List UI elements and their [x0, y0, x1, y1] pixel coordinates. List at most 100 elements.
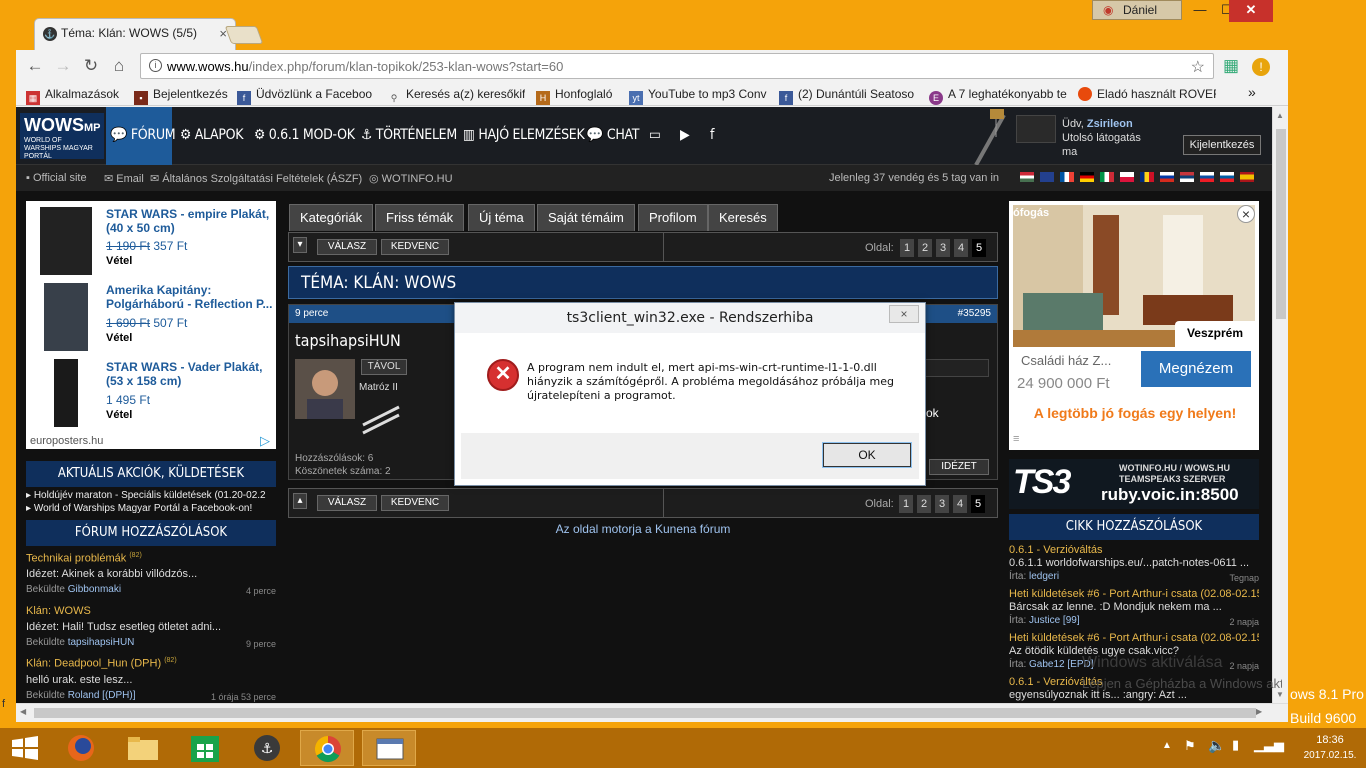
tray-expand-icon[interactable]: ▲: [1162, 740, 1172, 751]
article-title[interactable]: 0.6.1 - Verzióváltás: [1009, 544, 1103, 556]
page-1[interactable]: 1: [899, 495, 913, 513]
jofogas-ad[interactable]: ófogás × Veszprém Családi ház Z... 24 90…: [1009, 201, 1259, 450]
flag-hu-icon[interactable]: [1020, 172, 1034, 182]
ad-view-button[interactable]: Megnézem: [1141, 351, 1251, 387]
store-taskbar-button[interactable]: [178, 730, 232, 766]
favorite-button[interactable]: KEDVENC: [381, 239, 449, 255]
flag-de-icon[interactable]: [1080, 172, 1094, 182]
aszf-link[interactable]: ✉ Általános Szolgáltatási Feltételek (ÁS…: [150, 172, 362, 185]
network-icon[interactable]: ▁▃▅: [1254, 737, 1284, 753]
scroll-thumb[interactable]: [34, 708, 1256, 718]
forward-icon[interactable]: →: [52, 56, 74, 78]
flag-it-icon[interactable]: [1100, 172, 1114, 182]
flag-ro-icon[interactable]: [1140, 172, 1154, 182]
close-window-button[interactable]: ✕: [1229, 0, 1273, 22]
twitch-icon[interactable]: ▭: [649, 127, 661, 143]
clock-time[interactable]: 18:36: [1300, 734, 1360, 746]
action-link[interactable]: ▸ Holdújév maraton - Speciális küldetése…: [26, 490, 276, 501]
battery-icon[interactable]: ▮: [1232, 737, 1239, 753]
nav-alapok[interactable]: ⚙ ALAPOK: [180, 127, 244, 143]
chrome-taskbar-button[interactable]: [300, 730, 354, 766]
flag-pl-icon[interactable]: [1120, 172, 1134, 182]
page-1[interactable]: 1: [900, 239, 914, 257]
collapse-icon[interactable]: ▾: [293, 237, 307, 253]
flag-ru-icon[interactable]: [1160, 172, 1174, 182]
nav-modok[interactable]: ⚙ 0.6.1 MOD-OK: [254, 127, 355, 143]
page-5-current[interactable]: 5: [972, 239, 986, 257]
flag-sk-icon[interactable]: [1200, 172, 1214, 182]
wows-taskbar-button[interactable]: ⚓: [240, 730, 294, 766]
home-icon[interactable]: ⌂: [108, 56, 130, 78]
bookmark-search[interactable]: ⚲ Keresés a(z) keresőkife: [387, 87, 525, 105]
darth-vader-poster-image[interactable]: [40, 207, 92, 275]
user-link[interactable]: Justice [99]: [1029, 615, 1080, 626]
avatar[interactable]: [295, 359, 355, 419]
user-link[interactable]: Roland [(DPH)]: [68, 690, 136, 701]
bookmark-honfoglalo[interactable]: H Honfoglaló: [536, 87, 622, 105]
flag-rs-icon[interactable]: [1180, 172, 1194, 182]
extension-icon[interactable]: ▦: [1220, 56, 1242, 78]
start-button[interactable]: [0, 730, 54, 766]
vertical-scrollbar[interactable]: ▲ ▼: [1272, 107, 1288, 703]
article-title[interactable]: Heti küldetések #6 - Port Arthur-i csata…: [1009, 632, 1259, 644]
forum-post-title[interactable]: Klán: WOWS: [26, 605, 91, 617]
nav-forum[interactable]: 💬 FÓRUM: [110, 127, 176, 143]
official-site-link[interactable]: ▪ Official site: [26, 172, 87, 184]
page-5-current[interactable]: 5: [971, 495, 985, 513]
user-link[interactable]: tapsihapsiHUN: [68, 637, 135, 648]
forum-post-title[interactable]: Technikai problémák (82): [26, 552, 142, 565]
horizontal-scrollbar[interactable]: ◀ ▶: [16, 703, 1288, 722]
flag-si-icon[interactable]: [1220, 172, 1234, 182]
page-2[interactable]: 2: [917, 495, 931, 513]
vader-poster-image[interactable]: [54, 359, 78, 427]
facebook-icon[interactable]: f: [710, 127, 714, 143]
ad-source[interactable]: europosters.hu: [30, 435, 103, 447]
ad-buy-link[interactable]: Vétel: [106, 255, 132, 267]
tab-friss-temak[interactable]: Friss témák: [375, 204, 465, 231]
avatar[interactable]: [1016, 115, 1056, 143]
scroll-thumb[interactable]: [1276, 129, 1286, 319]
bookmark-youtube-mp3[interactable]: yt YouTube to mp3 Conv: [629, 87, 767, 105]
dialog-taskbar-button[interactable]: [362, 730, 416, 766]
nav-tortenelem[interactable]: ⚓ TÖRTÉNELEM: [361, 127, 457, 143]
scroll-left-icon[interactable]: ◀: [20, 707, 26, 716]
dialog-close-button[interactable]: ×: [889, 305, 919, 323]
firefox-taskbar-button[interactable]: [54, 730, 108, 766]
adchoices-icon[interactable]: ▷: [260, 433, 270, 449]
bookmark-apps[interactable]: ▦ Alkalmazások: [26, 87, 126, 105]
page-4[interactable]: 4: [954, 239, 968, 257]
bookmark-rover[interactable]: Eladó használt ROVER: [1078, 87, 1216, 101]
ad-close-icon[interactable]: ×: [1237, 205, 1255, 223]
scroll-up-icon[interactable]: ▲: [1276, 111, 1284, 120]
ad-buy-link[interactable]: Vétel: [106, 409, 132, 421]
captain-america-poster-image[interactable]: [44, 283, 88, 351]
reply-button[interactable]: VÁLASZ: [317, 495, 377, 511]
info-icon[interactable]: i: [149, 59, 162, 72]
reply-button[interactable]: VÁLASZ: [317, 239, 377, 255]
flag-uk-icon[interactable]: [1040, 172, 1054, 182]
post-author[interactable]: tapsihapsiHUN: [295, 331, 401, 350]
ad-menu-icon[interactable]: ≡: [1013, 433, 1019, 445]
username-link[interactable]: Zsirileon: [1087, 118, 1133, 130]
tab-profilom[interactable]: Profilom: [638, 204, 708, 231]
tab-kategoriak[interactable]: Kategóriák: [289, 204, 374, 231]
page-3[interactable]: 3: [936, 239, 950, 257]
flag-fr-icon[interactable]: [1060, 172, 1074, 182]
address-bar[interactable]: i www.wows.hu/index.php/forum/klan-topik…: [140, 53, 1214, 79]
tab-kereses[interactable]: Keresés: [708, 204, 778, 231]
page-2[interactable]: 2: [918, 239, 932, 257]
forum-post-title[interactable]: Klán: Deadpool_Hun (DPH) (82): [26, 657, 177, 670]
bookmark-7-leghatekonyabb[interactable]: EA 7 leghatékonyabb te: [929, 87, 1067, 105]
profile-badge[interactable]: ◉ Dániel: [1092, 0, 1182, 20]
ad-item-title[interactable]: Amerika Kapitány: Polgárháború - Reflect…: [106, 283, 274, 311]
tab-sajat-temaim[interactable]: Saját témáim: [537, 204, 635, 231]
nav-hajo-elemzesek[interactable]: ▥ HAJÓ ELEMZÉSEK: [463, 127, 585, 143]
collapse-icon[interactable]: ▴: [293, 493, 307, 509]
europosters-ad[interactable]: STAR WARS - empire Plakát, (40 x 50 cm) …: [26, 201, 276, 449]
youtube-icon[interactable]: ▶: [680, 127, 690, 143]
site-logo[interactable]: WOWSMP WORLD OF WARSHIPS MAGYAR PORTÁL: [20, 113, 104, 160]
teamspeak-banner[interactable]: TS3 WOTINFO.HU / WOWS.HU TEAMSPEAK3 SZER…: [1009, 459, 1259, 509]
email-link[interactable]: ✉ Email: [104, 172, 144, 185]
ad-title[interactable]: Családi ház Z...: [1021, 353, 1111, 368]
article-title[interactable]: Heti küldetések #6 - Port Arthur-i csata…: [1009, 588, 1259, 600]
